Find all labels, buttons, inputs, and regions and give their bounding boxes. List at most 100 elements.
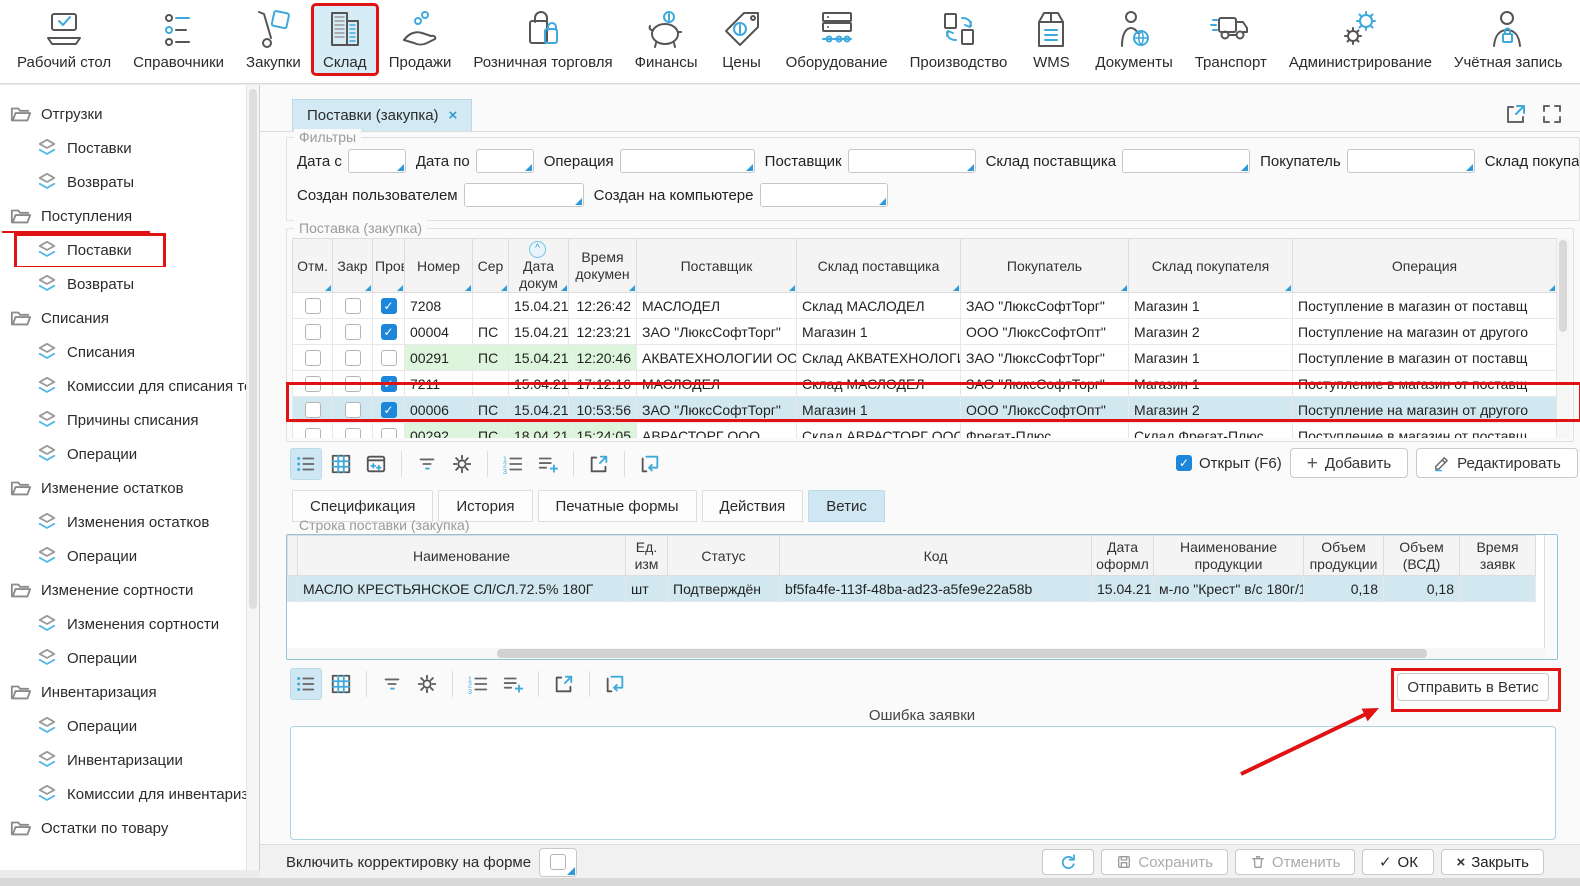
sidebar-item-1[interactable]: Поставки [0, 131, 246, 165]
refresh-icon[interactable] [599, 668, 631, 700]
topbar-item-purchases[interactable]: Закупки [236, 5, 311, 74]
topbar-item-account[interactable]: Учётная запись [1444, 5, 1573, 74]
filter-date-from[interactable] [349, 150, 405, 172]
line-table-vscrollbar[interactable] [1544, 535, 1557, 659]
sidebar-item-10[interactable]: Операции [0, 437, 246, 471]
sidebar-item-4[interactable]: Поставки [0, 233, 246, 267]
sort-ascending-icon[interactable]: ^ [529, 241, 546, 258]
topbar-item-warehouse[interactable]: Склад [313, 5, 377, 74]
cancel-button[interactable]: Отменить [1235, 849, 1356, 875]
sidebar-scrollbar-thumb[interactable] [249, 89, 257, 609]
filter-supplier[interactable] [849, 150, 975, 172]
filter-icon[interactable] [376, 668, 408, 700]
supply-column-header-1[interactable]: Закр [333, 239, 373, 293]
line-column-header-2[interactable]: Статус [668, 536, 780, 576]
topbar-item-administration[interactable]: Администрирование [1279, 5, 1442, 74]
line-row-0[interactable]: МАСЛО КРЕСТЬЯНСКОЕ СЛ/СЛ.72.5% 180ГштПод… [288, 576, 1536, 602]
row-checkbox[interactable] [305, 428, 321, 438]
filter-date-to[interactable] [477, 150, 533, 172]
line-table-hscrollbar[interactable] [287, 648, 1545, 659]
open-in-window-icon[interactable] [1504, 102, 1528, 126]
sidebar-item-8[interactable]: Комиссии для списания товаров [0, 369, 246, 403]
close-button[interactable]: × Закрыть [1441, 849, 1544, 875]
sidebar-item-16[interactable]: Операции [0, 641, 246, 675]
error-request-textarea[interactable] [290, 726, 1556, 840]
filter-supplier-warehouse[interactable] [1123, 150, 1249, 172]
supply-column-header-0[interactable]: Отм. [293, 239, 333, 293]
topbar-item-finance[interactable]: Финансы [625, 5, 708, 74]
supply-column-header-3[interactable]: Номер [405, 239, 473, 293]
sidebar-item-9[interactable]: Причины списания [0, 403, 246, 437]
supply-column-header-6[interactable]: Время докумен [569, 239, 637, 293]
supply-row-4[interactable]: ✓00006ПС15.04.2110:53:56ЗАО "ЛюксСофтТор… [293, 397, 1557, 423]
settings-icon[interactable] [446, 448, 478, 480]
row-checkbox[interactable] [305, 324, 321, 340]
row-checkbox[interactable] [345, 376, 361, 392]
edit-button[interactable]: Редактировать [1416, 448, 1578, 478]
supply-column-header-9[interactable]: Покупатель [961, 239, 1129, 293]
ok-button[interactable]: ✓ ОК [1362, 849, 1434, 875]
supply-column-header-11[interactable]: Операция [1293, 239, 1557, 293]
supply-table[interactable]: Отм.ЗакрПровНомерСер^Дата докумВремя док… [292, 238, 1556, 438]
line-column-header-3[interactable]: Код [780, 536, 1092, 576]
grid-view-icon[interactable] [325, 448, 357, 480]
sidebar-item-11[interactable]: Изменение остатков [0, 471, 246, 505]
sidebar-item-12[interactable]: Изменения остатков [0, 505, 246, 539]
open-checkbox[interactable]: ✓ [1176, 455, 1192, 471]
line-column-header-5[interactable]: Наименование продукции [1154, 536, 1304, 576]
list-view-icon[interactable] [290, 448, 322, 480]
detail-tab-2[interactable]: Печатные формы [538, 490, 697, 522]
sidebar-item-2[interactable]: Возвраты [0, 165, 246, 199]
topbar-item-production[interactable]: Производство [900, 5, 1018, 74]
supply-row-0[interactable]: ✓720815.04.2112:26:42МАСЛОДЕЛСклад МАСЛО… [293, 293, 1557, 319]
correction-checkbox[interactable] [550, 854, 566, 870]
refresh-icon[interactable] [634, 448, 666, 480]
row-checkbox[interactable] [345, 402, 361, 418]
save-button[interactable]: Сохранить [1101, 849, 1228, 875]
sidebar-item-6[interactable]: Списания [0, 301, 246, 335]
line-table-hscrollbar-thumb[interactable] [497, 649, 1427, 658]
open-window-icon[interactable] [583, 448, 615, 480]
sidebar-item-20[interactable]: Комиссии для инвентаризации [0, 777, 246, 811]
detail-tab-4[interactable]: Ветис [808, 490, 885, 522]
row-checkbox[interactable] [305, 376, 321, 392]
row-checkbox[interactable] [345, 324, 361, 340]
supply-column-header-2[interactable]: Пров [373, 239, 405, 293]
line-column-header-8[interactable]: Время заявк [1460, 536, 1536, 576]
send-to-vetis-button[interactable]: Отправить в Ветис [1397, 673, 1549, 701]
topbar-item-wms[interactable]: WMS [1019, 5, 1083, 74]
line-table[interactable]: НаименованиеЕд. измСтатусКодДата оформлН… [287, 535, 1536, 602]
sidebar-item-7[interactable]: Списания [0, 335, 246, 369]
correction-checkbox-wrap[interactable] [539, 848, 577, 877]
line-column-header-7[interactable]: Объем (ВСД) [1384, 536, 1460, 576]
topbar-item-prices[interactable]: Цены [710, 5, 774, 74]
supply-row-5[interactable]: 00292ПС18.04.2115:24:05АВРАСТОРГ ОООСкла… [293, 423, 1557, 438]
sidebar-item-15[interactable]: Изменения сортности [0, 607, 246, 641]
supply-column-header-10[interactable]: Склад покупателя [1129, 239, 1293, 293]
topbar-item-documents[interactable]: Документы [1085, 5, 1182, 74]
row-checkbox[interactable]: ✓ [381, 298, 397, 314]
correction-toggle[interactable]: Включить корректировку на форме [286, 845, 577, 879]
calendar-view-icon[interactable] [360, 448, 392, 480]
filter-icon[interactable] [411, 448, 443, 480]
list-view-icon[interactable] [290, 668, 322, 700]
filter-operation[interactable] [621, 150, 754, 172]
supply-row-3[interactable]: ✓721115.04.2117:12:16МАСЛОДЕЛСклад МАСЛО… [293, 371, 1557, 397]
sidebar-item-21[interactable]: Остатки по товару [0, 811, 246, 845]
supply-row-2[interactable]: 00291ПС15.04.2112:20:46АКВАТЕХНОЛОГИИ ОО… [293, 345, 1557, 371]
row-checkbox[interactable]: ✓ [381, 376, 397, 392]
add-button[interactable]: + Добавить [1290, 448, 1408, 478]
sidebar-item-5[interactable]: Возвраты [0, 267, 246, 301]
row-checkbox[interactable] [305, 298, 321, 314]
sidebar-item-18[interactable]: Операции [0, 709, 246, 743]
row-checkbox[interactable] [345, 298, 361, 314]
supply-table-vscrollbar[interactable] [1556, 238, 1570, 438]
row-checkbox[interactable] [381, 350, 397, 366]
line-column-header-0[interactable]: Наименование [298, 536, 626, 576]
topbar-item-search[interactable]: Поиск [1574, 5, 1580, 74]
line-column-header-4[interactable]: Дата оформл [1092, 536, 1154, 576]
add-list-icon[interactable] [532, 448, 564, 480]
topbar-item-sales[interactable]: Продажи [379, 5, 462, 74]
sidebar-item-0[interactable]: Отгрузки [0, 97, 246, 131]
tab-supplies-purchase[interactable]: Поставки (закупка) × [292, 99, 472, 131]
